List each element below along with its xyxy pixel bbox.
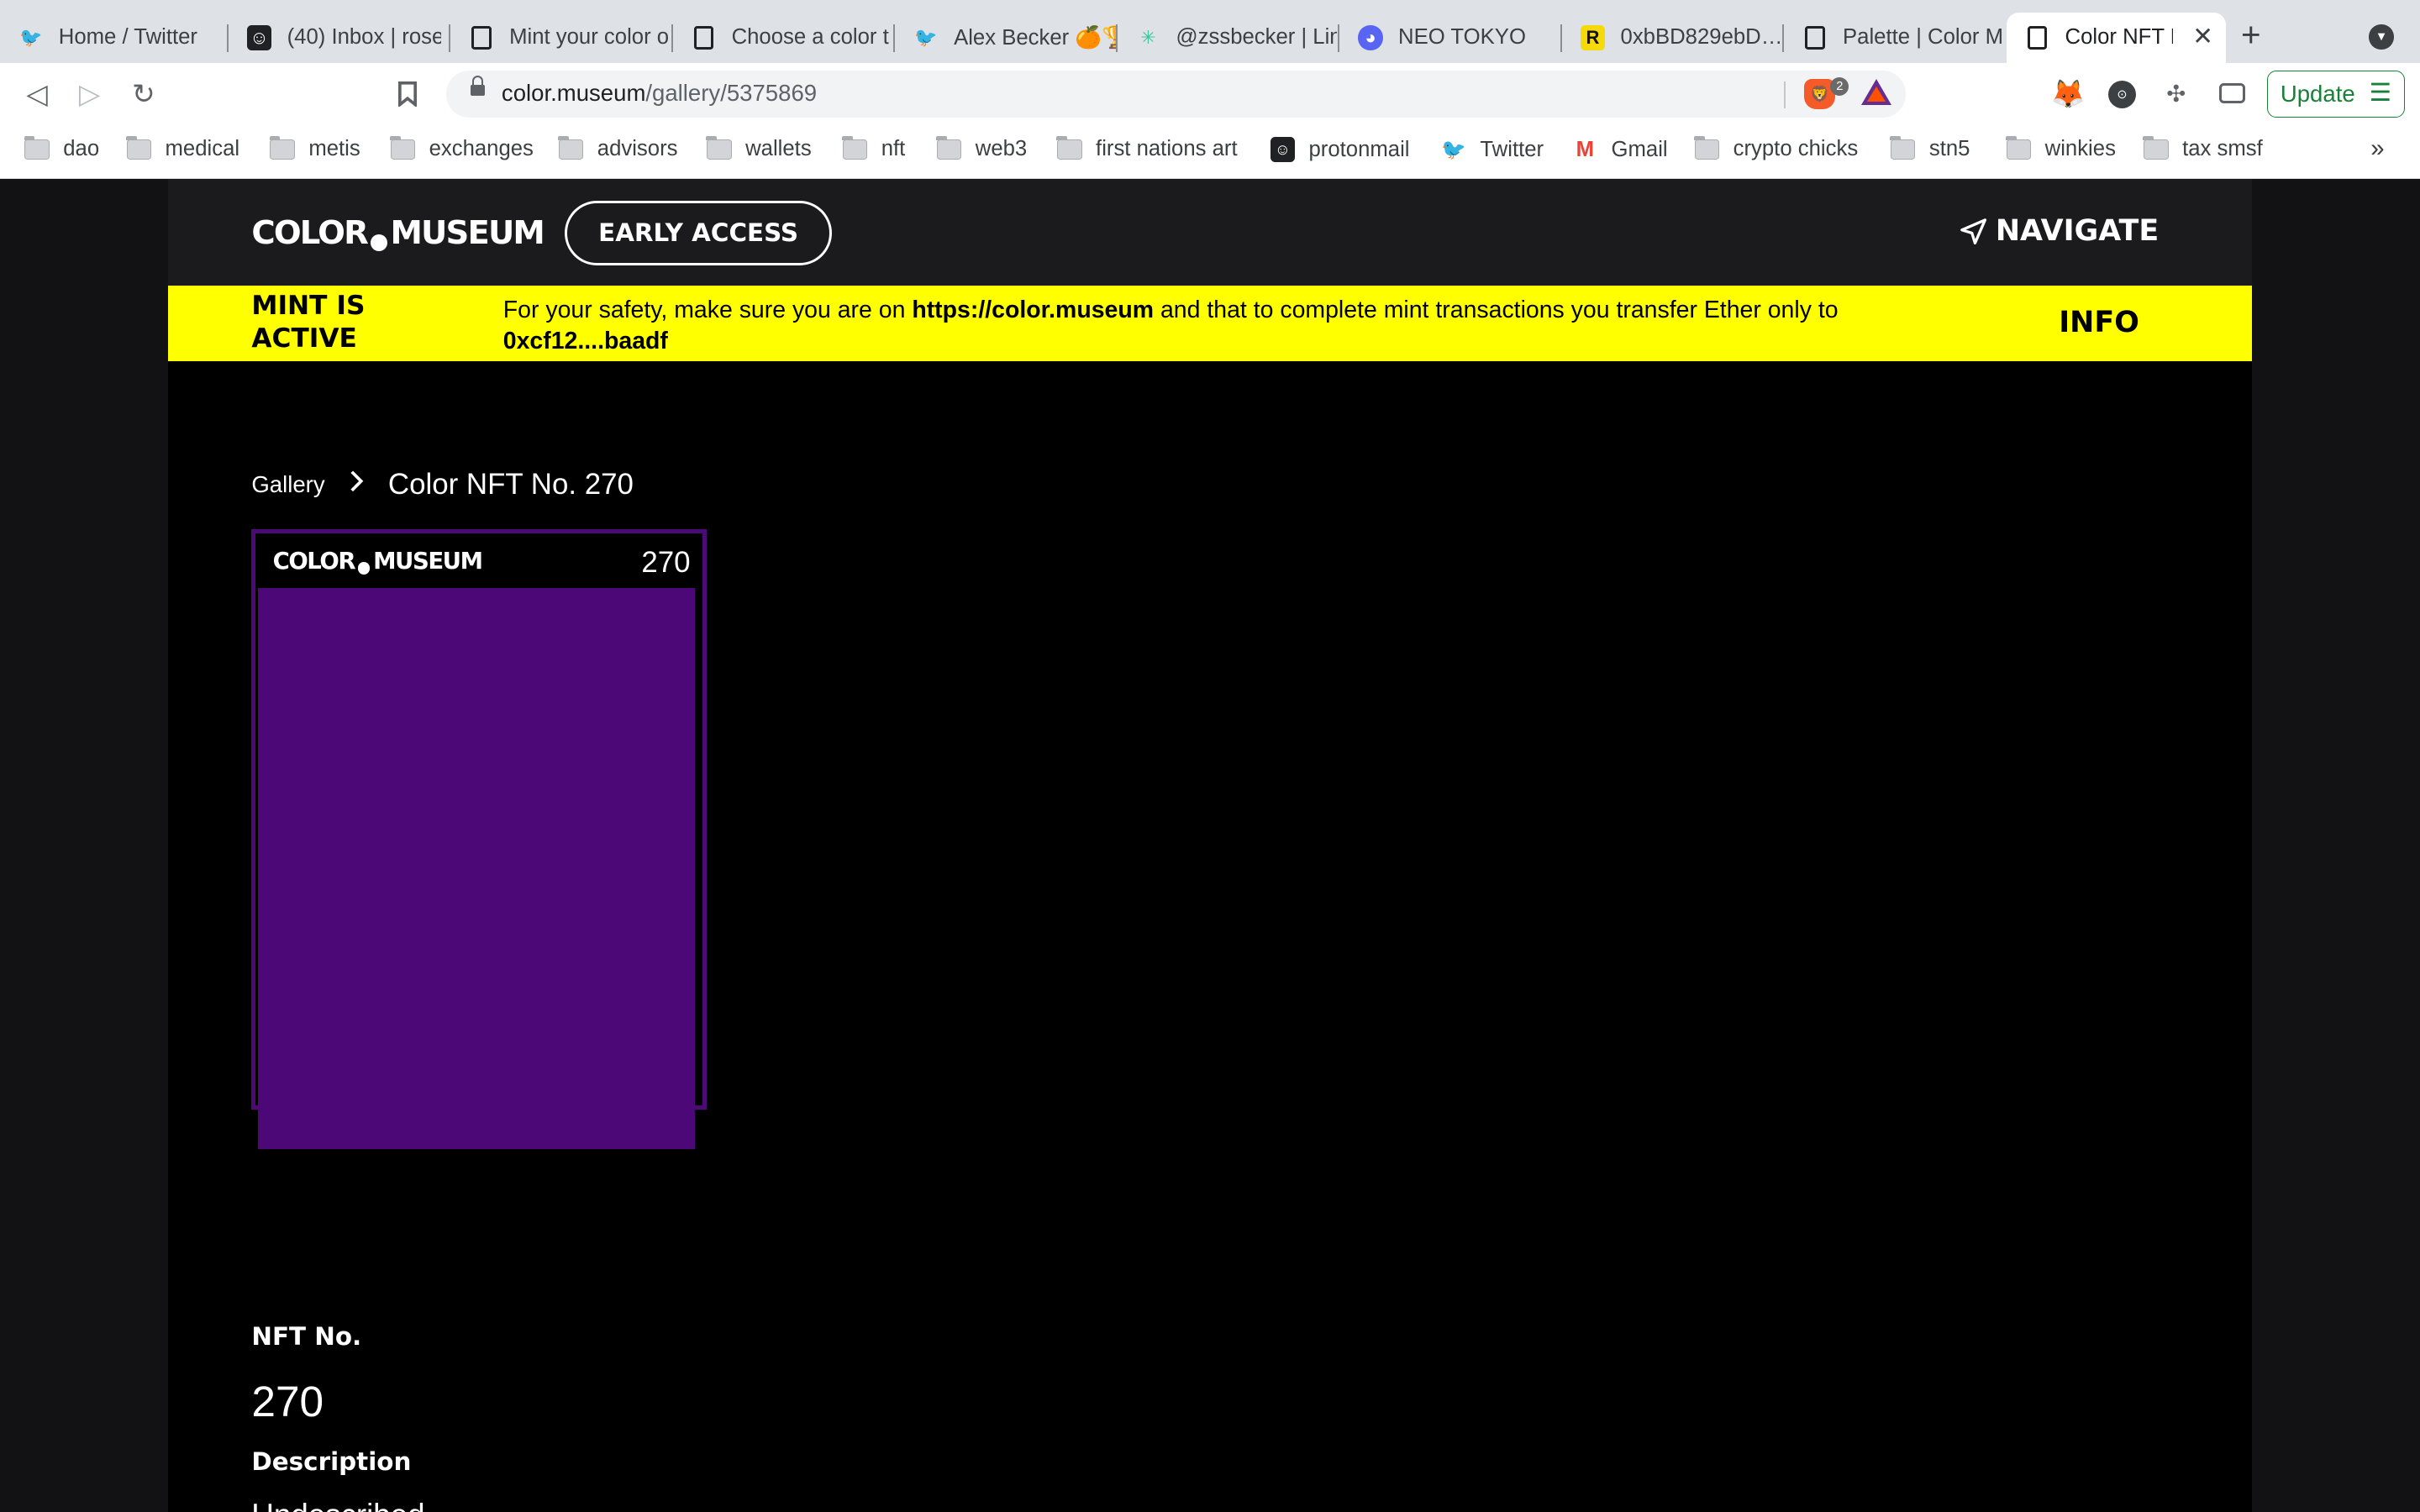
- browser-toolbar: ◁ ▷ ↻ color.museum/gallery/5375869 🦁 2 🦊…: [0, 63, 2420, 125]
- breadcrumb: Gallery Color NFT No. 270: [251, 468, 634, 501]
- tab-mint-color[interactable]: Mint your color o: [450, 13, 673, 64]
- reload-icon[interactable]: ↻: [125, 76, 162, 113]
- gmail-icon: M: [1576, 137, 1595, 161]
- lock-icon: [471, 75, 485, 100]
- bookmark-tax-smsf[interactable]: tax smsf: [2143, 135, 2263, 161]
- protonmail-icon: ☺: [1270, 137, 1295, 162]
- bookmark-page-icon[interactable]: [389, 76, 426, 113]
- page-icon: [471, 26, 492, 50]
- bookmark-stn5[interactable]: stn5: [1890, 135, 1970, 161]
- menu-icon: ☰: [2369, 79, 2391, 108]
- linktree-icon: ✳: [1140, 26, 1156, 48]
- forward-icon[interactable]: ▷: [71, 76, 108, 113]
- bookmark-advisors[interactable]: advisors: [558, 135, 678, 161]
- tab-color-nft-active[interactable]: Color NFT No ✕: [2006, 12, 2226, 64]
- folder-icon: [389, 135, 416, 160]
- contract-address-text: 0xcf12....baadf: [502, 327, 668, 354]
- extensions-puzzle-icon[interactable]: ✣: [2160, 77, 2193, 111]
- tab-palette[interactable]: Palette | Color M: [1784, 13, 2006, 64]
- color-swatch: [257, 587, 695, 1150]
- folder-icon: [24, 135, 50, 160]
- safe-url-text: https://color.museum: [912, 296, 1155, 323]
- tab-neo-tokyo[interactable]: ◕ NEO TOKYO: [1339, 13, 1562, 64]
- bookmarks-bar: dao medical metis exchanges advisors wal…: [0, 124, 2420, 180]
- bookmark-gmail[interactable]: M Gmail: [1573, 137, 1668, 161]
- card-logo: COLOR MUSEUM: [272, 547, 483, 575]
- folder-icon: [1693, 135, 1720, 160]
- folder-icon: [2143, 135, 2169, 160]
- brave-rewards-icon[interactable]: [1861, 78, 1892, 105]
- folder-icon: [1056, 135, 1082, 160]
- tab-protonmail-inbox[interactable]: ☺ (40) Inbox | rose: [229, 13, 451, 64]
- page-icon: [1805, 26, 1825, 50]
- navigate-button[interactable]: NAVIGATE: [1960, 214, 2159, 248]
- bookmark-twitter[interactable]: 🐦 Twitter: [1441, 137, 1544, 161]
- twitter-icon: 🐦: [19, 26, 43, 48]
- update-button[interactable]: Update ☰: [2267, 71, 2405, 118]
- bookmark-metis[interactable]: metis: [269, 135, 360, 161]
- info-button[interactable]: INFO: [2059, 306, 2139, 339]
- bookmark-exchanges[interactable]: exchanges: [389, 135, 534, 161]
- tab-search-chevron-icon[interactable]: ▼: [2369, 24, 2394, 50]
- folder-icon: [936, 135, 962, 160]
- bookmark-wallets[interactable]: wallets: [706, 135, 812, 161]
- discord-icon: ◕: [1358, 25, 1383, 50]
- bookmark-protonmail[interactable]: ☺ protonmail: [1270, 137, 1410, 162]
- mint-status: MINT IS ACTIVE: [251, 291, 366, 354]
- color-museum-site: COLOR MUSEUM EARLY ACCESS NAVIGATE MINT I…: [168, 179, 2252, 1512]
- color-museum-logo[interactable]: COLOR MUSEUM: [251, 214, 544, 252]
- folder-icon: [269, 135, 295, 160]
- chevron-right-icon: [350, 469, 364, 501]
- breadcrumb-current: Color NFT No. 270: [387, 467, 634, 501]
- tab-twitter-home[interactable]: 🐦 Home / Twitter: [0, 13, 229, 64]
- bookmark-medical[interactable]: medical: [125, 135, 239, 161]
- bookmark-winkies[interactable]: winkies: [2005, 135, 2116, 161]
- folder-icon: [842, 135, 868, 160]
- folder-icon: [125, 135, 151, 160]
- twitter-icon: 🐦: [914, 26, 938, 48]
- breadcrumb-gallery-link[interactable]: Gallery: [251, 471, 324, 498]
- nft-no-label: NFT No.: [251, 1322, 362, 1352]
- bookmark-first-nations-art[interactable]: first nations art: [1056, 135, 1238, 161]
- tab-strip: 🐦 Home / Twitter ☺ (40) Inbox | rose Min…: [0, 0, 2420, 64]
- metamask-fox-icon[interactable]: 🦊: [2051, 77, 2086, 111]
- tab-alex-becker[interactable]: 🐦 Alex Becker 🍊🏆: [895, 13, 1118, 64]
- description-label: Description: [251, 1446, 412, 1476]
- card-number: 270: [641, 545, 691, 579]
- navigate-arrow-icon: [1960, 218, 1986, 244]
- tab-rarible[interactable]: R 0xbBD829ebD…: [1562, 13, 1785, 64]
- folder-icon: [706, 135, 732, 160]
- shields-count-badge: 2: [1830, 76, 1849, 96]
- tab-linktree[interactable]: ✳ @zssbecker | Lin: [1118, 13, 1340, 64]
- bookmark-dao[interactable]: dao: [24, 135, 99, 161]
- early-access-button[interactable]: EARLY ACCESS: [565, 200, 832, 265]
- wallet-icon[interactable]: [2219, 83, 2246, 104]
- page-icon: [2027, 26, 2048, 50]
- rarible-icon: R: [1580, 25, 1606, 50]
- page-icon: [693, 26, 714, 50]
- more-bookmarks-chevron-icon[interactable]: »: [2370, 134, 2384, 163]
- back-icon[interactable]: ◁: [18, 76, 55, 113]
- close-tab-icon[interactable]: ✕: [2192, 22, 2213, 51]
- folder-icon: [1890, 135, 1916, 160]
- nft-no-value: 270: [251, 1377, 324, 1426]
- mint-banner: MINT IS ACTIVE For your safety, make sur…: [168, 285, 2252, 361]
- address-bar[interactable]: color.museum/gallery/5375869 🦁 2: [445, 71, 1907, 118]
- description-value: Undescribed: [251, 1498, 424, 1512]
- twitter-icon: 🐦: [1441, 138, 1467, 161]
- protonmail-icon: ☺: [246, 25, 272, 50]
- bookmark-crypto-chicks[interactable]: crypto chicks: [1693, 135, 1858, 161]
- new-tab-plus-icon[interactable]: +: [2241, 15, 2261, 55]
- extension-circle-icon[interactable]: ⊙: [2107, 80, 2137, 108]
- url-text[interactable]: color.museum/gallery/5375869: [502, 80, 817, 107]
- bookmark-nft[interactable]: nft: [842, 135, 905, 161]
- folder-icon: [558, 135, 584, 160]
- tab-choose-color[interactable]: Choose a color t: [673, 13, 896, 64]
- safety-notice: For your safety, make sure you are on ht…: [502, 296, 1839, 354]
- bookmark-web3[interactable]: web3: [936, 135, 1027, 161]
- site-header: COLOR MUSEUM EARLY ACCESS NAVIGATE: [168, 179, 2252, 286]
- folder-icon: [2005, 135, 2032, 160]
